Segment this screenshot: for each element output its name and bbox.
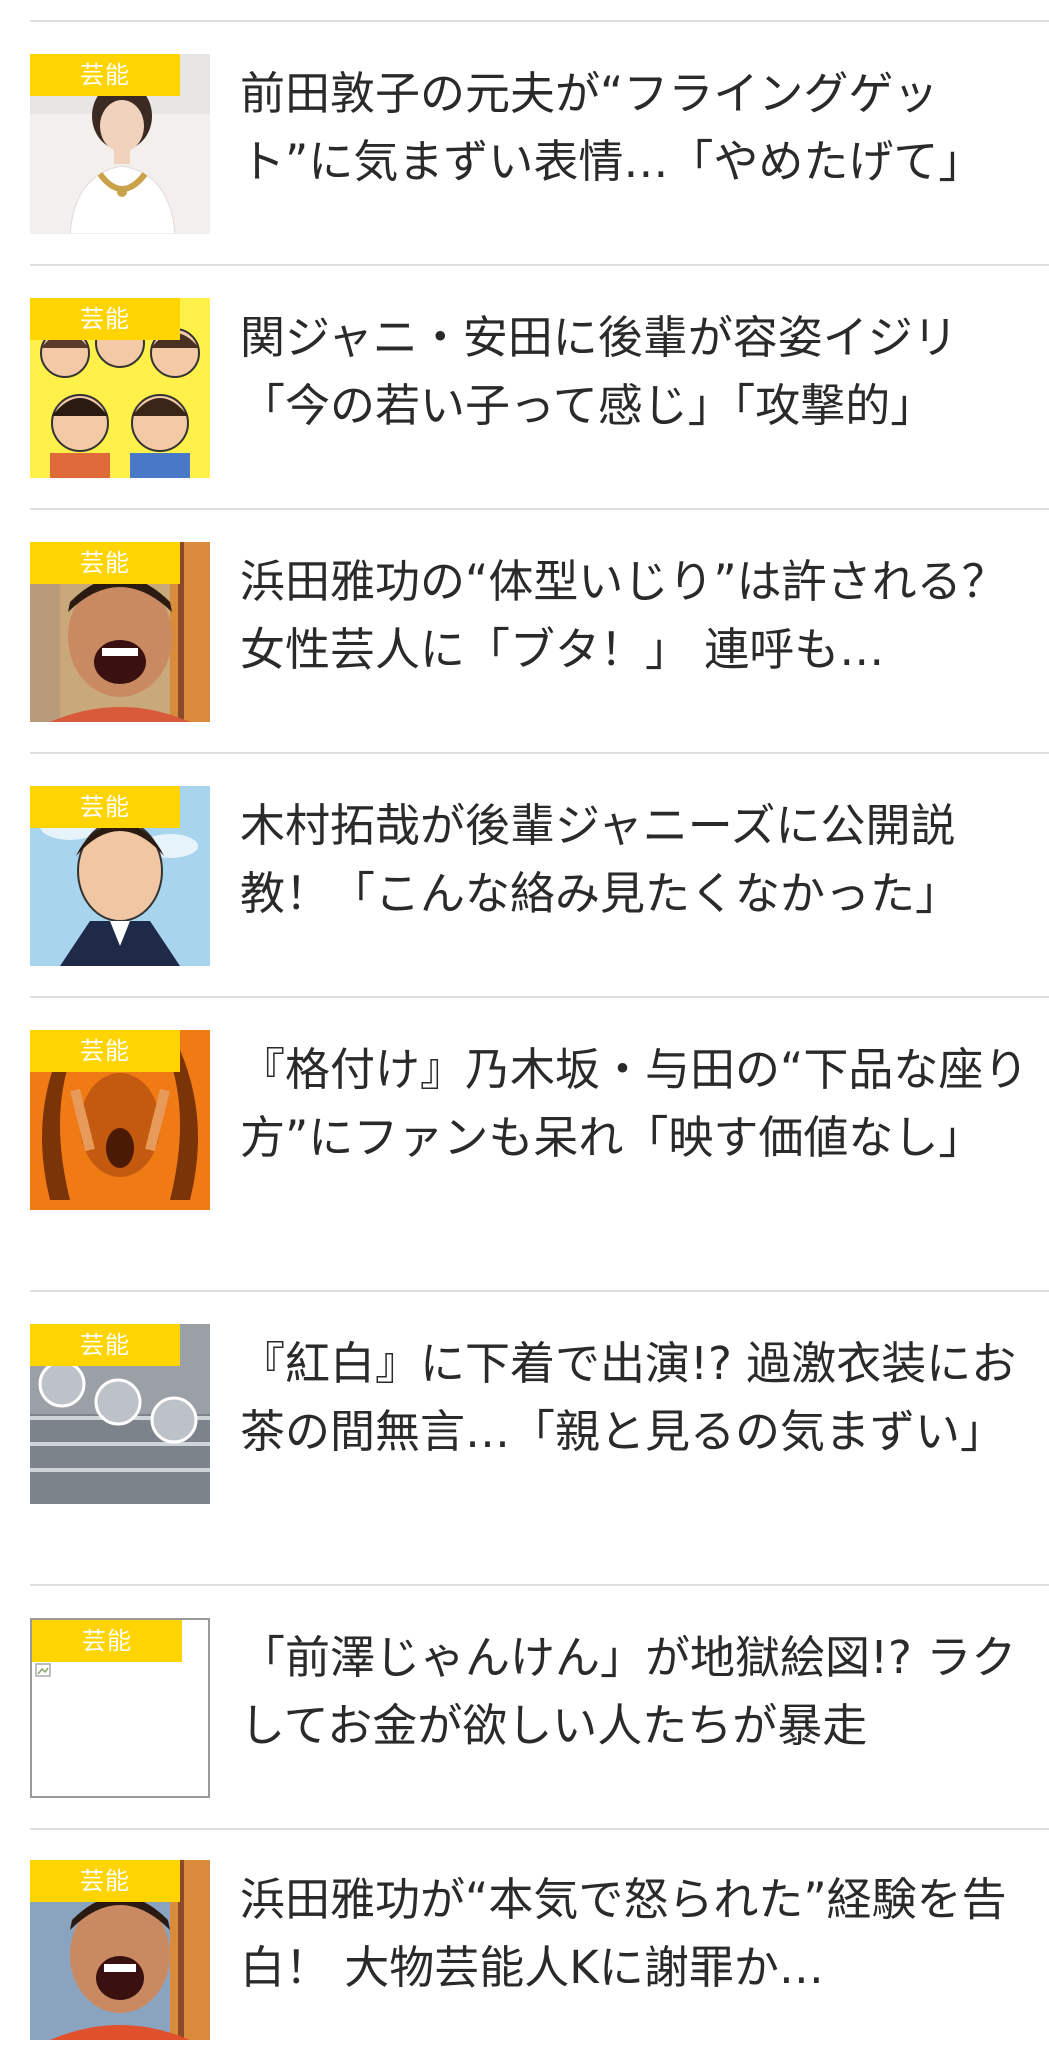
article-thumbnail[interactable]: 芸能: [30, 1860, 210, 2040]
article-item[interactable]: 芸能 『紅白』に下着で出演!? 過激衣装にお茶の間無言…「親と見るの気まずい」: [0, 1324, 1049, 1586]
category-badge: 芸能: [30, 1324, 180, 1366]
category-badge: 芸能: [30, 1860, 180, 1902]
category-badge: 芸能: [30, 542, 180, 584]
article-item[interactable]: 芸能 関ジャニ・安田に後輩が容姿イジリ「今の若い子って感じ」「攻撃的」: [0, 298, 1049, 488]
category-badge: 芸能: [30, 298, 180, 340]
divider: [30, 1290, 1049, 1292]
article-title[interactable]: 『格付け』乃木坂・与田の“下品な座り方”にファンも呆れ「映す価値なし」: [240, 1036, 1040, 1172]
article-thumbnail[interactable]: 芸能: [30, 298, 210, 478]
article-title[interactable]: 前田敦子の元夫が“フライングゲット”に気まずい表情…「やめたげて」: [240, 60, 1040, 196]
article-title[interactable]: 浜田雅功の“体型いじり”は許される？女性芸人に「ブタ！」 連呼も…: [240, 548, 1040, 684]
article-title[interactable]: 『紅白』に下着で出演!? 過激衣装にお茶の間無言…「親と見るの気まずい」: [240, 1330, 1040, 1466]
category-badge: 芸能: [30, 54, 180, 96]
article-item[interactable]: 芸能 木村拓哉が後輩ジャニーズに公開説教！「こんな絡み見たくなかった」: [0, 786, 1049, 976]
article-item[interactable]: 芸能 浜田雅功が“本気で怒られた”経験を告白！ 大物芸能人Kに謝罪か…: [0, 1860, 1049, 2050]
article-thumbnail[interactable]: 芸能: [30, 786, 210, 966]
category-badge: 芸能: [30, 1030, 180, 1072]
article-item[interactable]: 芸能 「前澤じゃんけん」が地獄絵図!? ラクしてお金が欲しい人たちが暴走: [0, 1618, 1049, 1808]
divider: [30, 20, 1049, 22]
divider: [30, 1828, 1049, 1830]
article-thumbnail[interactable]: 芸能: [30, 1030, 210, 1210]
category-badge: 芸能: [32, 1620, 182, 1662]
article-item[interactable]: 芸能 『格付け』乃木坂・与田の“下品な座り方”にファンも呆れ「映す価値なし」: [0, 1030, 1049, 1292]
article-title[interactable]: 「前澤じゃんけん」が地獄絵図!? ラクしてお金が欲しい人たちが暴走: [240, 1624, 1040, 1760]
category-badge: 芸能: [30, 786, 180, 828]
divider: [30, 752, 1049, 754]
article-item[interactable]: 芸能 前田敦子の元夫が“フライングゲット”に気まずい表情…「やめたげて」: [0, 54, 1049, 244]
divider: [30, 264, 1049, 266]
article-title[interactable]: 関ジャニ・安田に後輩が容姿イジリ「今の若い子って感じ」「攻撃的」: [240, 304, 1040, 440]
article-title[interactable]: 浜田雅功が“本気で怒られた”経験を告白！ 大物芸能人Kに謝罪か…: [240, 1866, 1040, 2002]
article-thumbnail[interactable]: 芸能: [30, 1324, 210, 1504]
divider: [30, 508, 1049, 510]
divider: [30, 996, 1049, 998]
article-thumbnail[interactable]: 芸能: [30, 542, 210, 722]
article-item[interactable]: 芸能 浜田雅功の“体型いじり”は許される？女性芸人に「ブタ！」 連呼も…: [0, 542, 1049, 732]
divider: [30, 1584, 1049, 1586]
article-title[interactable]: 木村拓哉が後輩ジャニーズに公開説教！「こんな絡み見たくなかった」: [240, 792, 1040, 928]
article-thumbnail[interactable]: 芸能: [30, 54, 210, 234]
article-thumbnail[interactable]: 芸能: [30, 1618, 210, 1798]
